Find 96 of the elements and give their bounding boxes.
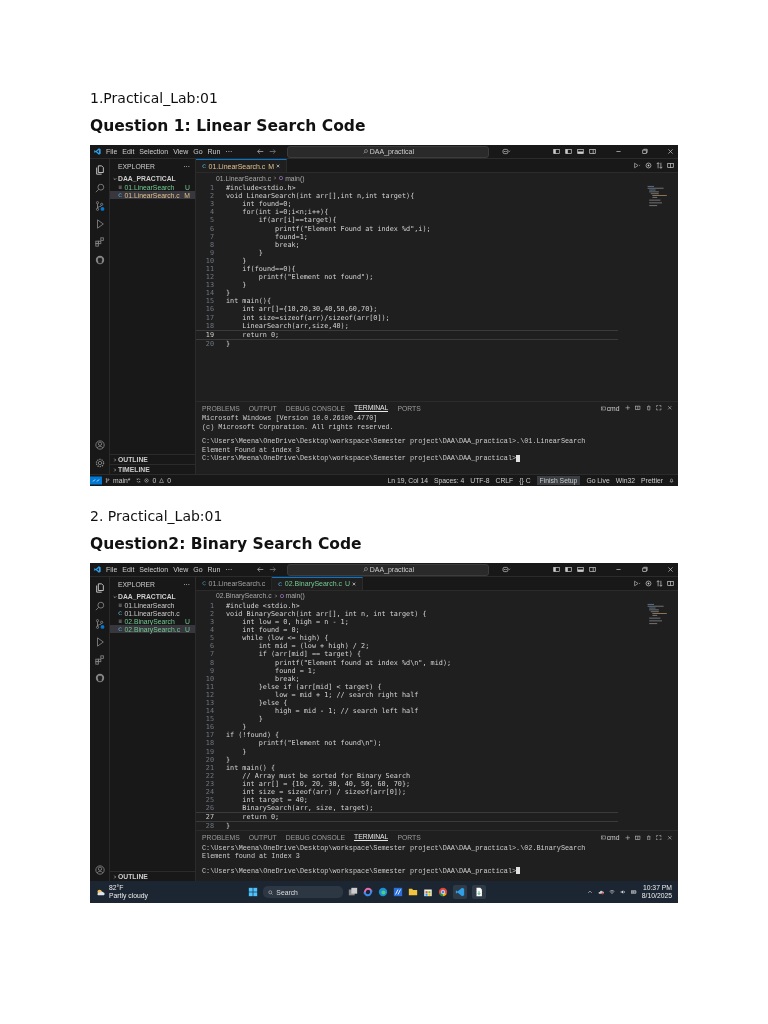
search-icon[interactable] <box>94 601 105 611</box>
warning-icon <box>159 478 165 483</box>
editor-logo-icon <box>94 566 101 573</box>
panel-toggle-icon[interactable] <box>577 148 584 155</box>
search-icon[interactable] <box>94 183 105 193</box>
windows-start-icon[interactable] <box>248 887 259 897</box>
lab-title: 1.Practical_Lab:01 <box>90 89 219 108</box>
speaker-icon[interactable] <box>619 889 626 895</box>
sidebar-toggle-icon[interactable] <box>565 148 572 155</box>
weather-icon[interactable] <box>96 887 106 897</box>
run-icon[interactable] <box>634 162 641 169</box>
minimap <box>646 602 670 625</box>
account-icon[interactable] <box>94 865 105 875</box>
folder-icon[interactable] <box>408 887 419 897</box>
c-file-icon <box>118 610 123 616</box>
terminal-icon <box>600 405 606 411</box>
target-icon[interactable] <box>645 579 652 587</box>
split-icon[interactable] <box>635 405 641 411</box>
editor-logo-icon <box>94 148 101 155</box>
lines-file-icon <box>118 618 123 624</box>
question-heading: Question 1: Linear Search Code <box>90 116 367 136</box>
branch-icon <box>105 478 110 483</box>
lines-file-icon <box>118 602 123 608</box>
source-control-icon[interactable] <box>94 619 105 629</box>
trash-icon[interactable] <box>645 834 651 841</box>
settings-icon[interactable] <box>94 458 105 468</box>
split-editor-icon[interactable] <box>667 162 674 169</box>
extensions-icon[interactable] <box>94 655 105 665</box>
compare-icon[interactable] <box>656 162 663 169</box>
trash-icon[interactable] <box>645 405 651 411</box>
account-icon[interactable] <box>94 440 105 450</box>
c-file-icon <box>118 192 123 198</box>
code-editor-app-icon[interactable] <box>453 885 468 899</box>
back-arrow-icon[interactable] <box>257 566 265 573</box>
remote-icon[interactable] <box>90 476 102 485</box>
sync-icon[interactable] <box>136 478 142 483</box>
c-file-icon <box>118 626 123 632</box>
files-icon[interactable] <box>94 165 105 175</box>
close-icon[interactable] <box>667 148 674 155</box>
run-icon[interactable] <box>634 579 641 587</box>
chrome-icon[interactable] <box>438 887 449 897</box>
compare-icon[interactable] <box>656 579 663 587</box>
target-icon[interactable] <box>645 162 652 169</box>
secondary-sidebar-icon[interactable] <box>589 566 596 573</box>
lines-file-icon <box>118 184 123 190</box>
chevron-up-icon[interactable] <box>586 889 593 895</box>
terminal-icon <box>600 834 606 840</box>
layout-icon[interactable] <box>553 148 560 155</box>
browser-icon[interactable] <box>378 887 389 897</box>
copilot-app-icon[interactable] <box>363 887 374 897</box>
restore-icon[interactable] <box>641 148 648 155</box>
minimize-icon[interactable] <box>615 566 622 573</box>
store-icon[interactable] <box>423 887 434 897</box>
close-icon[interactable] <box>352 581 357 586</box>
sidebar-toggle-icon[interactable] <box>565 566 572 573</box>
search-icon <box>362 149 368 154</box>
minimize-icon[interactable] <box>615 148 622 155</box>
task-view-icon[interactable] <box>348 887 359 897</box>
back-arrow-icon[interactable] <box>257 148 265 155</box>
split-icon[interactable] <box>635 834 641 841</box>
bell-icon[interactable] <box>669 478 674 483</box>
run-debug-icon[interactable] <box>94 219 105 229</box>
chevron-right-icon <box>273 593 278 598</box>
extensions-icon[interactable] <box>94 237 105 247</box>
secondary-sidebar-icon[interactable] <box>589 148 596 155</box>
close-icon[interactable] <box>276 164 281 168</box>
app-icon[interactable] <box>393 887 404 897</box>
question-heading: Question2: Binary Search Code <box>90 534 363 554</box>
forward-arrow-icon[interactable] <box>269 148 277 155</box>
maximize-icon[interactable] <box>656 405 662 411</box>
layout-icon[interactable] <box>553 566 560 573</box>
lab-title: 2. Practical_Lab:01 <box>90 507 224 526</box>
document-app-icon[interactable] <box>472 885 487 899</box>
c-file-icon <box>202 581 207 586</box>
close-icon[interactable] <box>666 405 672 411</box>
forward-arrow-icon[interactable] <box>269 566 277 573</box>
search-icon <box>268 889 274 895</box>
panel-toggle-icon[interactable] <box>577 566 584 573</box>
search-icon <box>362 567 368 572</box>
cloud-icon[interactable] <box>597 889 604 895</box>
files-icon[interactable] <box>94 583 105 593</box>
battery-icon[interactable] <box>630 889 637 895</box>
maximize-icon[interactable] <box>656 834 662 841</box>
error-icon <box>144 478 150 483</box>
close-icon[interactable] <box>667 566 674 573</box>
add-icon[interactable] <box>624 834 630 841</box>
source-control-icon[interactable] <box>94 201 105 211</box>
restore-icon[interactable] <box>641 566 648 573</box>
wifi-icon[interactable] <box>608 889 615 895</box>
minimap <box>646 185 670 207</box>
c-file-icon <box>278 581 283 587</box>
c-file-icon <box>202 163 207 169</box>
split-editor-icon[interactable] <box>667 579 674 587</box>
add-icon[interactable] <box>624 405 630 411</box>
run-debug-icon[interactable] <box>94 637 105 647</box>
close-icon[interactable] <box>666 834 672 841</box>
